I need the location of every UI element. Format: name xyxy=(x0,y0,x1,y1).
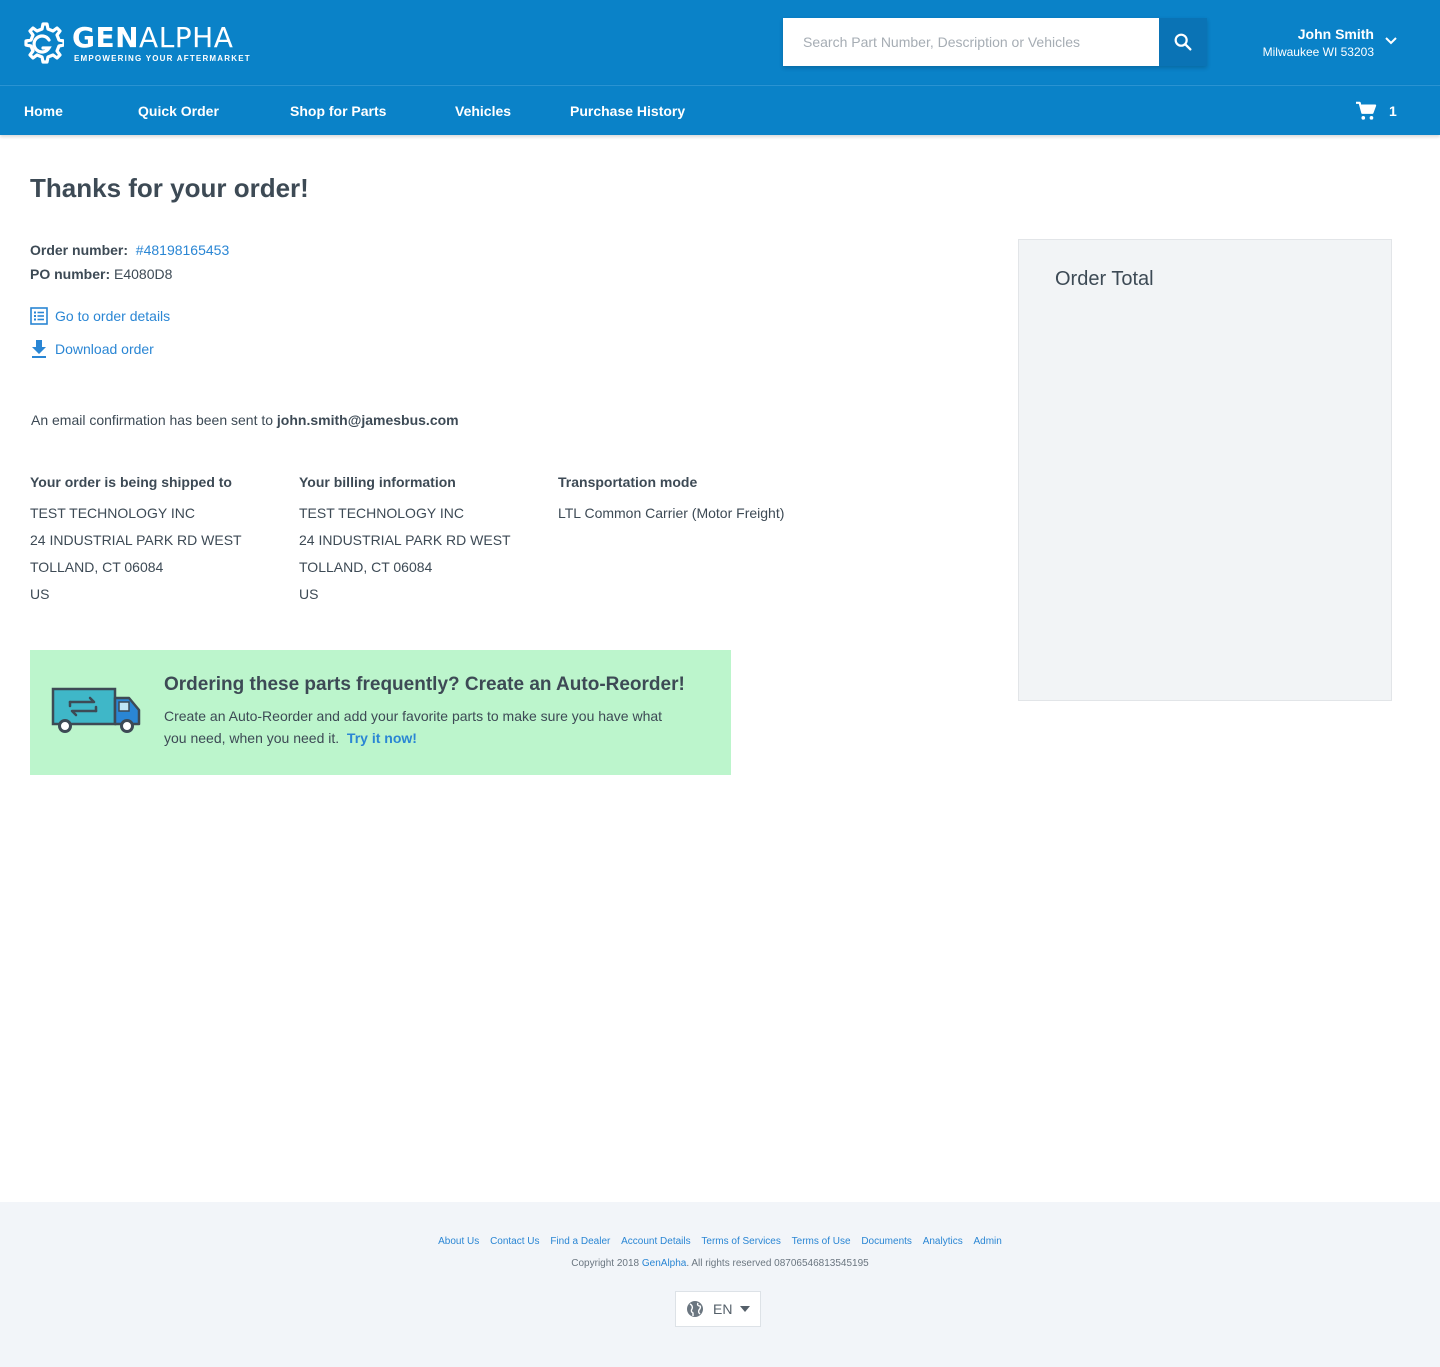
download-order-label: Download order xyxy=(55,341,154,357)
email-confirmation: An email confirmation has been sent to j… xyxy=(31,412,459,428)
search-bar xyxy=(783,18,1207,66)
order-total-heading: Order Total xyxy=(1055,268,1154,290)
caret-down-icon xyxy=(740,1306,751,1312)
auto-reorder-banner: Ordering these parts frequently? Create … xyxy=(30,650,731,775)
copyright-prefix: Copyright 2018 xyxy=(571,1258,640,1269)
footer-link-account-details[interactable]: Account Details xyxy=(621,1236,690,1247)
logo-wordmark: GENALPHA xyxy=(72,20,234,54)
nav-vehicles[interactable]: Vehicles xyxy=(455,103,511,119)
footer-link-analytics[interactable]: Analytics xyxy=(923,1236,963,1247)
footer-link-contact-us[interactable]: Contact Us xyxy=(490,1236,539,1247)
chevron-down-icon[interactable] xyxy=(1384,34,1398,48)
brand-logo[interactable]: GENALPHA EMPOWERING YOUR AFTERMARKET xyxy=(22,20,251,66)
nav-home[interactable]: Home xyxy=(24,103,63,119)
globe-icon xyxy=(687,1301,703,1317)
footer-link-terms-of-use[interactable]: Terms of Use xyxy=(792,1236,851,1247)
po-number-value: E4080D8 xyxy=(114,266,173,282)
email-prefix: An email confirmation has been sent to xyxy=(31,412,274,428)
footer-link-documents[interactable]: Documents xyxy=(861,1236,912,1247)
download-icon xyxy=(32,340,46,358)
search-input[interactable] xyxy=(783,18,1159,66)
shipping-line: 24 INDUSTRIAL PARK RD WEST xyxy=(30,532,242,548)
logo-tagline: EMPOWERING YOUR AFTERMARKET xyxy=(74,53,251,63)
billing-heading: Your billing information xyxy=(299,474,456,490)
shipping-line: US xyxy=(30,586,50,602)
nav-shop-for-parts[interactable]: Shop for Parts xyxy=(290,103,386,119)
po-number-row: PO number: E4080D8 xyxy=(30,266,172,282)
promo-title: Ordering these parts frequently? Create … xyxy=(164,674,685,695)
order-number-link[interactable]: #48198165453 xyxy=(136,242,229,258)
copyright-brand-link[interactable]: GenAlpha xyxy=(642,1258,686,1269)
cart-count: 1 xyxy=(1389,103,1397,119)
top-header: GENALPHA EMPOWERING YOUR AFTERMARKET Joh… xyxy=(0,0,1440,85)
search-icon xyxy=(1174,33,1192,51)
transport-value: LTL Common Carrier (Motor Freight) xyxy=(558,505,785,521)
language-selector[interactable]: EN xyxy=(675,1291,761,1327)
promo-text: Create an Auto-Reorder and add your favo… xyxy=(164,705,684,749)
po-number-label: PO number: xyxy=(30,266,111,282)
footer-link-about-us[interactable]: About Us xyxy=(438,1236,479,1247)
nav-purchase-history[interactable]: Purchase History xyxy=(570,103,685,119)
shipping-heading: Your order is being shipped to xyxy=(30,474,232,490)
truck-icon xyxy=(51,687,141,733)
footer-link-terms-of-services[interactable]: Terms of Services xyxy=(701,1236,780,1247)
main-nav: Home Quick Order Shop for Parts Vehicles… xyxy=(0,85,1440,135)
shipping-line: TEST TECHNOLOGY INC xyxy=(30,505,195,521)
gear-logo-icon xyxy=(24,22,64,64)
billing-line: TOLLAND, CT 06084 xyxy=(299,559,433,575)
footer-link-admin[interactable]: Admin xyxy=(973,1236,1001,1247)
shipping-line: TOLLAND, CT 06084 xyxy=(30,559,164,575)
billing-line: US xyxy=(299,586,319,602)
page-title: Thanks for your order! xyxy=(30,173,309,203)
order-details-link[interactable]: Go to order details xyxy=(30,307,170,325)
copyright-suffix: . All rights reserved 08706546813545195 xyxy=(686,1258,869,1269)
transport-heading: Transportation mode xyxy=(558,474,698,490)
billing-information: Your billing information TEST TECHNOLOGY… xyxy=(299,474,511,608)
nav-quick-order[interactable]: Quick Order xyxy=(138,103,219,119)
order-number-row: Order number: #48198165453 xyxy=(30,242,229,258)
search-button[interactable] xyxy=(1159,18,1207,66)
user-location: Milwaukee WI 53203 xyxy=(1262,45,1374,59)
order-number-label: Order number: xyxy=(30,242,129,258)
download-order-link[interactable]: Download order xyxy=(30,339,154,359)
shipping-address: Your order is being shipped to TEST TECH… xyxy=(30,474,242,608)
try-it-now-link[interactable]: Try it now! xyxy=(347,730,417,746)
footer-link-find-a-dealer[interactable]: Find a Dealer xyxy=(550,1236,610,1247)
billing-line: 24 INDUSTRIAL PARK RD WEST xyxy=(299,532,511,548)
email-address: john.smith@jamesbus.com xyxy=(276,412,459,428)
user-menu[interactable]: John Smith Milwaukee WI 53203 xyxy=(1250,24,1410,64)
list-icon xyxy=(30,307,48,325)
order-total-panel: Order Total xyxy=(1018,239,1392,701)
cart-button[interactable]: 1 xyxy=(1355,101,1397,121)
language-code: EN xyxy=(713,1301,733,1317)
transportation-mode: Transportation mode LTL Common Carrier (… xyxy=(558,474,784,527)
order-details-label: Go to order details xyxy=(55,308,171,324)
user-name: John Smith xyxy=(1297,26,1374,42)
cart-icon xyxy=(1356,101,1377,120)
footer-links: About Us Contact Us Find a Dealer Accoun… xyxy=(0,1236,1440,1247)
billing-line: TEST TECHNOLOGY INC xyxy=(299,505,464,521)
copyright: Copyright 2018 GenAlpha. All rights rese… xyxy=(0,1258,1440,1269)
footer: About Us Contact Us Find a Dealer Accoun… xyxy=(0,1202,1440,1367)
